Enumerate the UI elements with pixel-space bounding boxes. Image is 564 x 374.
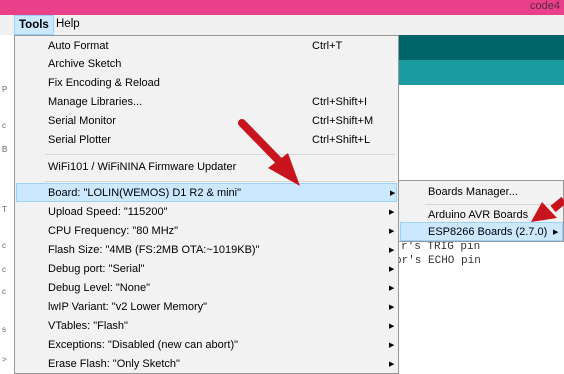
annotation-arrow-board	[238, 119, 300, 186]
annotation-arrow-esp8266	[531, 196, 564, 222]
annotation-arrows	[238, 119, 564, 222]
